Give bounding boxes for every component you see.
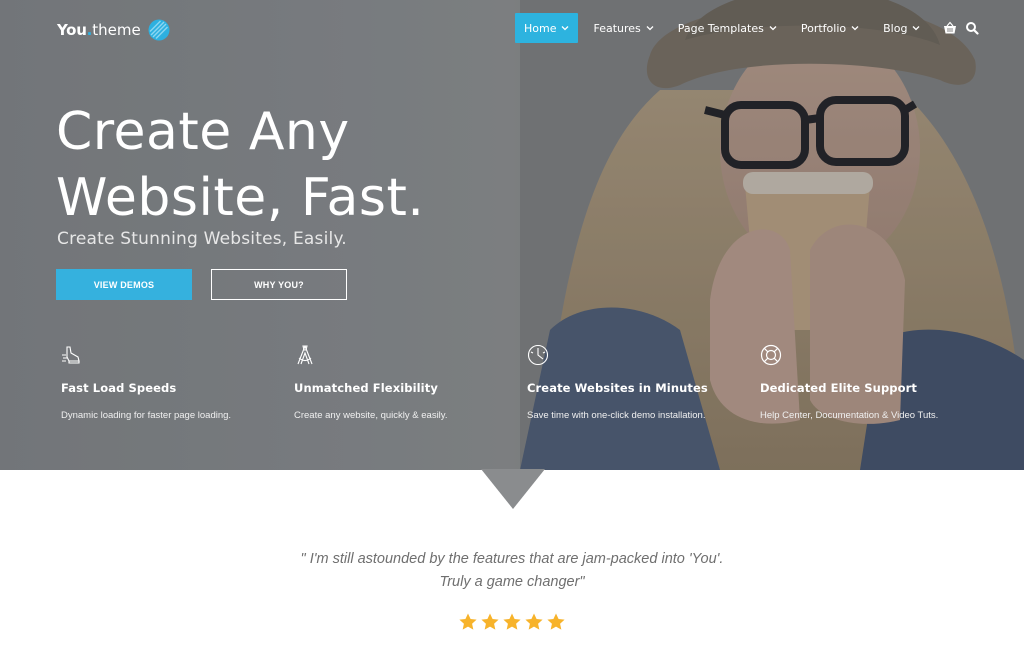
- feature-description: Save time with one-click demo installati…: [527, 410, 706, 421]
- feature-title: Dedicated Elite Support: [760, 381, 917, 395]
- section-notch-arrow: [481, 469, 545, 509]
- chevron-down-icon: [851, 26, 859, 31]
- site-logo[interactable]: You . theme: [57, 18, 171, 42]
- star-icon: [525, 613, 543, 630]
- hero-headline-line2: Website, Fast.: [56, 168, 425, 228]
- feature-title: Fast Load Speeds: [61, 381, 177, 395]
- feature-description: Dynamic loading for faster page loading.: [61, 410, 232, 421]
- hero-headline-line1: Create Any: [56, 102, 350, 162]
- hero-headline: Create Any Website, Fast.: [56, 99, 424, 231]
- star-icon: [481, 613, 499, 630]
- nav-item-portfolio[interactable]: Portfolio: [792, 13, 868, 43]
- nav-item-page-templates[interactable]: Page Templates: [669, 13, 786, 43]
- compass-drafting-icon: [297, 345, 313, 365]
- chevron-down-icon: [769, 26, 777, 31]
- nav-item-home[interactable]: Home: [515, 13, 579, 43]
- feature-create-websites-in-minutes: Create Websites in Minutes Save time wit…: [522, 344, 742, 421]
- lifebuoy-icon: [760, 344, 782, 366]
- nav-item-label: Home: [524, 21, 557, 35]
- logo-text-you: You: [57, 21, 87, 39]
- logo-text-theme: theme: [92, 21, 141, 39]
- testimonial-line1: " I'm still astounded by the features th…: [300, 551, 724, 567]
- feature-title: Unmatched Flexibility: [294, 381, 438, 395]
- main-navigation: Home Features Page Templates Portfolio B…: [515, 13, 980, 43]
- feature-title: Create Websites in Minutes: [527, 381, 708, 395]
- why-you-button[interactable]: WHY YOU?: [211, 269, 347, 300]
- view-demos-button[interactable]: VIEW DEMOS: [56, 269, 192, 300]
- nav-item-label: Page Templates: [677, 21, 764, 35]
- chevron-down-icon: [912, 26, 920, 31]
- nav-item-features[interactable]: Features: [584, 13, 662, 43]
- logo-mark-icon: [148, 19, 170, 41]
- nav-item-label: Blog: [883, 21, 908, 35]
- basket-icon[interactable]: [943, 21, 957, 35]
- clock-icon: [527, 344, 549, 366]
- chevron-down-icon: [562, 26, 569, 31]
- chevron-down-icon: [646, 26, 654, 31]
- testimonial-quote: " I'm still astounded by the features th…: [0, 548, 1024, 594]
- feature-dedicated-elite-support: Dedicated Elite Support Help Center, Doc…: [755, 344, 975, 421]
- star-icon: [503, 613, 521, 630]
- feature-description: Help Center, Documentation & Video Tuts.: [760, 410, 939, 421]
- running-shoe-icon: [62, 346, 80, 364]
- testimonial-line2: Truly a game changer": [439, 574, 585, 590]
- star-icon: [547, 613, 565, 630]
- feature-fast-load-speeds: Fast Load Speeds Dynamic loading for fas…: [56, 344, 276, 421]
- search-icon[interactable]: [965, 21, 980, 35]
- rating-stars: [0, 612, 1024, 632]
- nav-item-blog[interactable]: Blog: [874, 13, 929, 43]
- feature-unmatched-flexibility: Unmatched Flexibility Create any website…: [289, 344, 509, 421]
- hero-subheadline: Create Stunning Websites, Easily.: [57, 229, 347, 249]
- feature-description: Create any website, quickly & easily.: [294, 410, 448, 421]
- nav-item-label: Portfolio: [800, 21, 847, 35]
- star-icon: [459, 613, 477, 630]
- nav-item-label: Features: [593, 21, 641, 35]
